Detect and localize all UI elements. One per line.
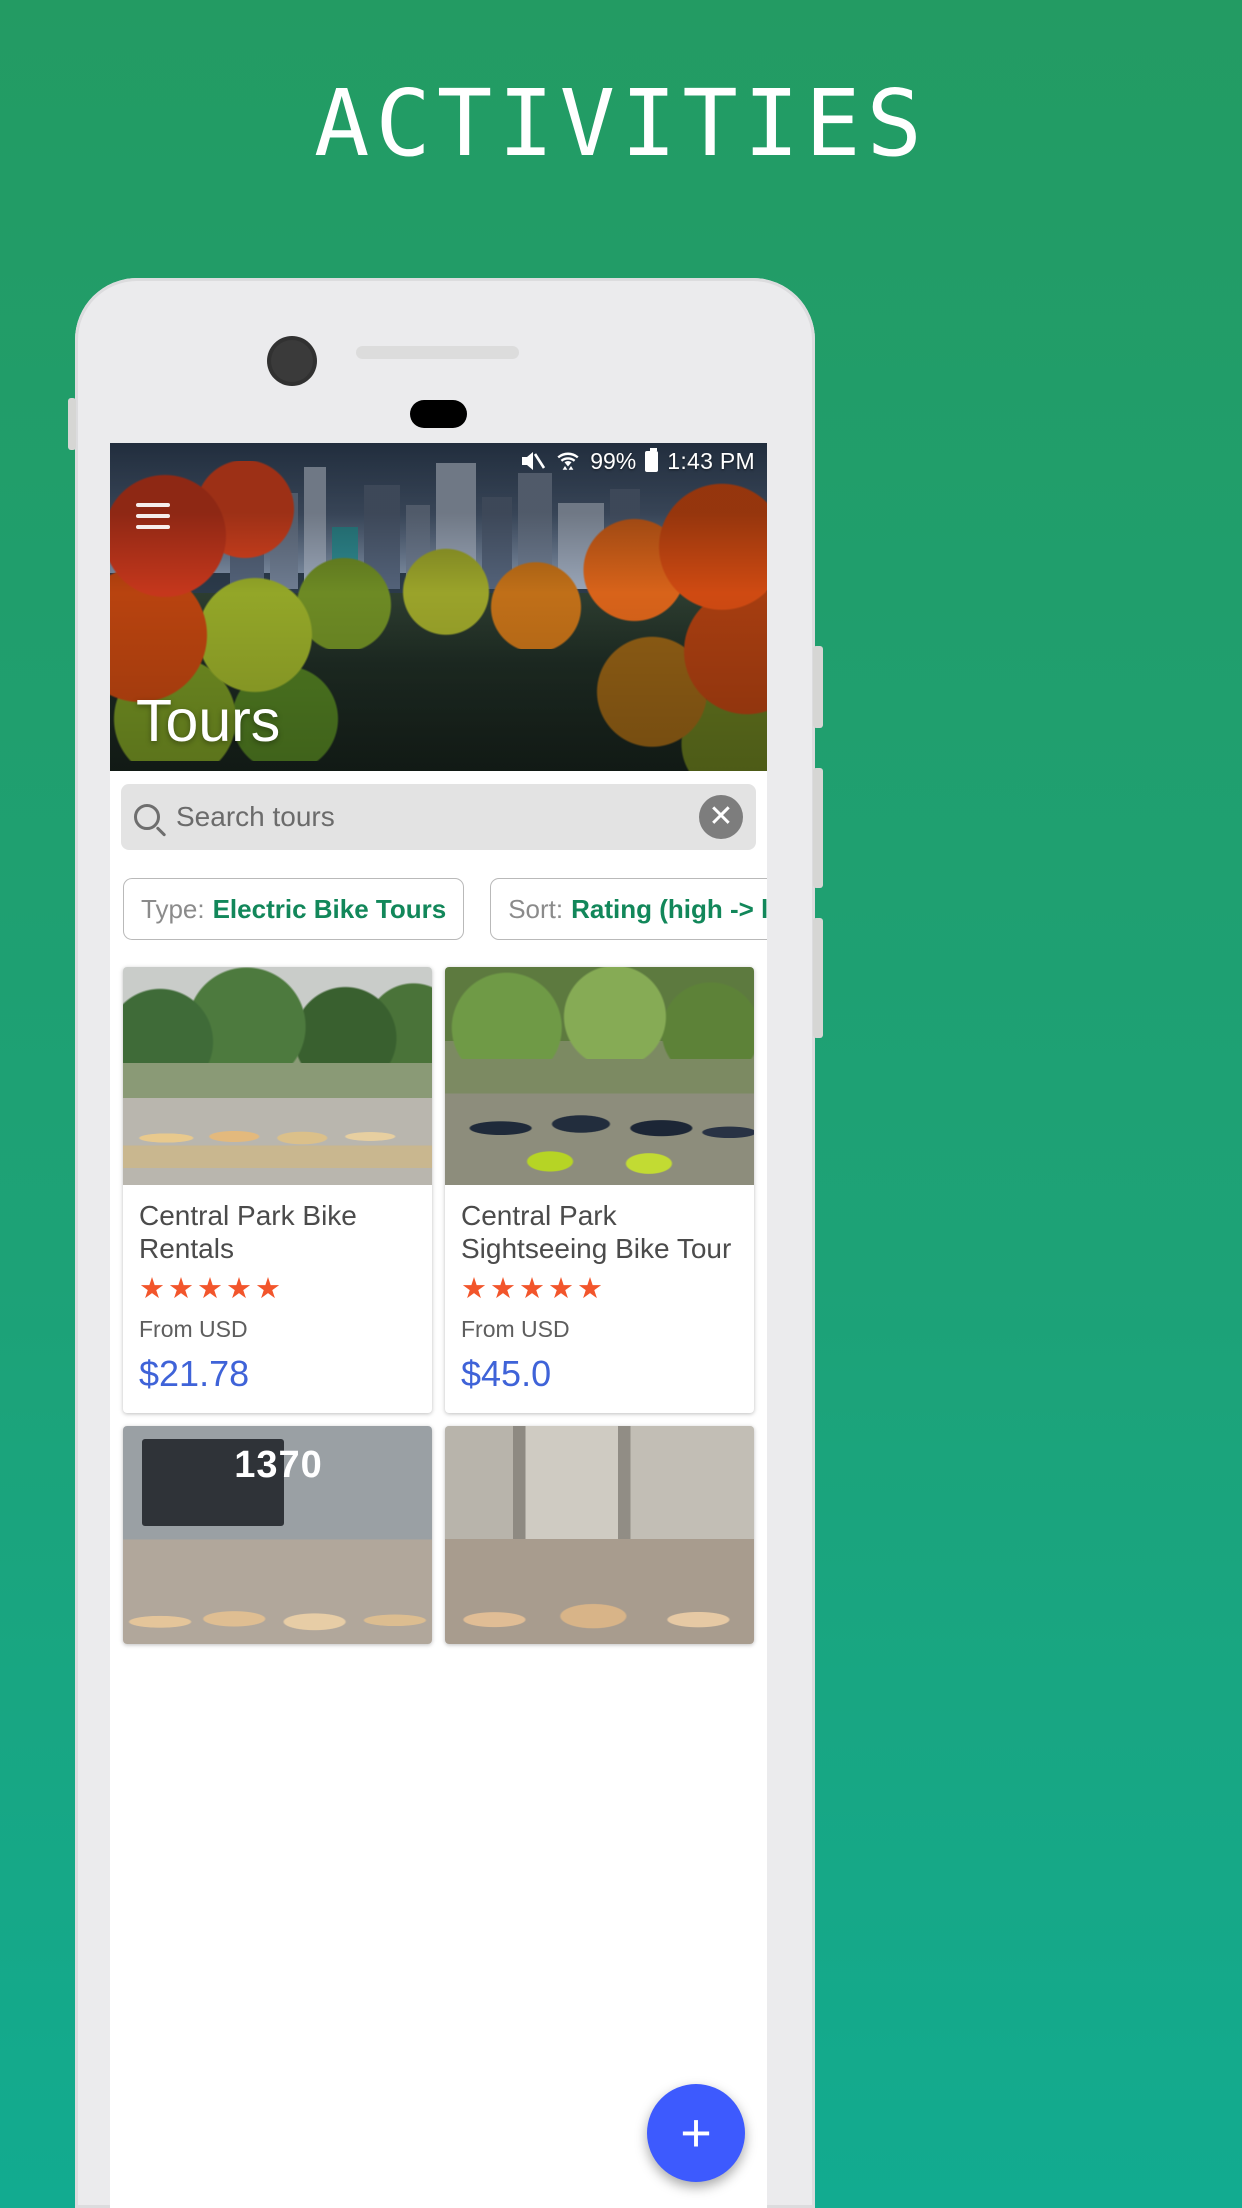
sensor-notch: [410, 400, 467, 428]
tour-card[interactable]: [445, 1426, 754, 1645]
rating-stars: ★★★★★: [461, 1273, 606, 1306]
tour-card[interactable]: Central Park Sightseeing Bike Tour ★★★★★…: [445, 967, 754, 1414]
price-from-label: From USD: [461, 1316, 570, 1343]
price-from-label: From USD: [139, 1316, 248, 1343]
tour-price: $21.78: [139, 1353, 250, 1395]
page-title: Tours: [136, 688, 281, 754]
storefront-number-label: 1370: [234, 1443, 323, 1486]
front-camera: [271, 340, 313, 382]
battery-percent: 99%: [590, 447, 637, 474]
hero-header: 99% 1:43 PM Tours: [110, 443, 767, 771]
tour-card-title: Central Park Bike Rentals: [139, 1200, 357, 1265]
tour-card-image: [123, 967, 432, 1185]
add-tour-fab[interactable]: +: [647, 2084, 745, 2182]
wifi-icon: [555, 450, 581, 472]
tour-card-image: [445, 967, 754, 1185]
search-input[interactable]: [176, 801, 683, 833]
volume-mute-icon: [520, 450, 546, 472]
tour-card[interactable]: Central Park Bike Rentals ★★★★★ From USD…: [123, 967, 432, 1414]
phone-mockup: 99% 1:43 PM Tours ✕ Type: Electric Bike …: [68, 278, 823, 2208]
phone-screen: 99% 1:43 PM Tours ✕ Type: Electric Bike …: [110, 443, 767, 2208]
tour-card-grid: Central Park Bike Rentals ★★★★★ From USD…: [110, 940, 767, 1645]
filter-chip-type[interactable]: Type: Electric Bike Tours: [123, 878, 465, 940]
tour-card-image: [445, 1426, 754, 1645]
filter-sort-value: Rating (high -> low): [571, 893, 767, 924]
earpiece-speaker: [356, 346, 519, 359]
filter-row: Type: Electric Bike Tours Sort: Rating (…: [110, 850, 767, 940]
tour-card-title: Central Park Sightseeing Bike Tour: [461, 1200, 732, 1265]
tour-price: $45.0: [461, 1353, 552, 1395]
phone-button-left: [68, 398, 76, 450]
clear-search-button[interactable]: ✕: [699, 795, 743, 839]
rating-stars: ★★★★★: [139, 1273, 284, 1306]
tour-card-image: 1370: [123, 1426, 432, 1645]
filter-type-value: Electric Bike Tours: [212, 893, 447, 924]
hamburger-menu-icon[interactable]: [136, 503, 170, 529]
filter-type-label: Type:: [141, 893, 205, 924]
filter-sort-label: Sort:: [508, 893, 564, 924]
tour-card-body: Central Park Bike Rentals ★★★★★ From USD…: [123, 1185, 432, 1413]
phone-button-right-3: [813, 918, 823, 1038]
search-section: ✕: [110, 771, 767, 850]
promo-title: ACTIVITIES: [314, 70, 928, 177]
status-bar: 99% 1:43 PM: [110, 443, 767, 479]
battery-full-icon: [645, 447, 659, 472]
filter-chip-sort[interactable]: Sort: Rating (high -> low): [490, 878, 767, 940]
phone-button-right-1: [813, 646, 823, 728]
search-bar[interactable]: ✕: [121, 784, 756, 850]
search-icon: [134, 804, 160, 830]
phone-button-right-2: [813, 768, 823, 888]
tour-card-body: Central Park Sightseeing Bike Tour ★★★★★…: [445, 1185, 754, 1413]
clock-time: 1:43 PM: [667, 447, 755, 474]
tour-card[interactable]: 1370: [123, 1426, 432, 1645]
